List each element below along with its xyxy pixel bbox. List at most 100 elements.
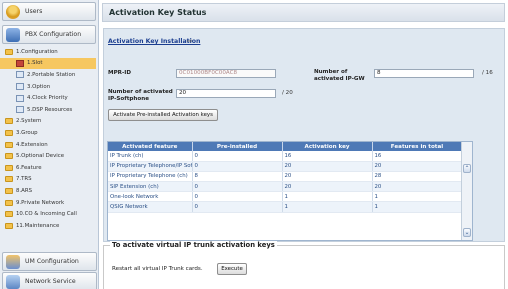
table-cell: 16 xyxy=(282,151,373,162)
tree-item[interactable]: 11.Maintenance xyxy=(0,220,98,232)
table-cell: 1 xyxy=(282,191,373,203)
page-icon xyxy=(16,94,24,102)
scroll-down-icon[interactable]: ⌄ xyxy=(463,228,471,237)
table-cell: 0 xyxy=(192,181,283,193)
tree-item-label: 2.System xyxy=(16,118,42,125)
ip-softphone-max: / 20 xyxy=(282,90,293,96)
mpr-id-field: 0C01000BF0C00AC8 xyxy=(176,69,276,78)
tree-item-label: 3.Group xyxy=(16,129,38,136)
tree-item[interactable]: 2.Portable Station xyxy=(0,69,98,81)
tree-item[interactable]: 2.System xyxy=(0,116,98,128)
tree-item[interactable]: 1.Slot xyxy=(0,57,96,70)
folder-icon xyxy=(5,141,13,148)
tree-item-label: 2.Portable Station xyxy=(27,71,76,78)
um-icon xyxy=(6,254,20,269)
tree-item[interactable]: 1.Configuration xyxy=(0,46,98,58)
table-cell: QSIG Network xyxy=(108,201,193,213)
ip-softphone-field[interactable]: 20 xyxy=(176,89,276,98)
table-cell: 20 xyxy=(372,161,463,172)
activation-panel: Activation Key Installation ⇨ MPR-ID 0C0… xyxy=(103,28,505,242)
tree-item-label: 3.Option xyxy=(27,83,51,90)
column-header: Pre-installed xyxy=(192,142,283,151)
execute-button[interactable]: Execute xyxy=(217,263,247,275)
table-header-row: Activated feature Pre-installed Activation… xyxy=(108,142,463,151)
table-cell: 8 xyxy=(192,171,283,183)
main-content: Activation Key Status Activation Key Ins… xyxy=(100,0,508,289)
table-body: IP Trunk (ch) 0 16 16 IP Proprietary Telepho… xyxy=(108,151,463,213)
page-icon xyxy=(16,106,24,114)
users-icon xyxy=(6,4,20,19)
column-header: Features in total xyxy=(372,142,463,151)
table-row: IP Trunk (ch) 0 16 16 xyxy=(108,151,463,162)
table-cell: 28 xyxy=(372,171,463,183)
activation-form: MPR-ID 0C01000BF0C00AC8 Number of activa… xyxy=(104,59,506,129)
folder-icon xyxy=(5,48,13,55)
tree-item[interactable]: 10.CO & Incoming Call xyxy=(0,208,98,220)
tree-item[interactable]: 9.Private Network xyxy=(0,197,98,209)
table-row: IP Proprietary Telephone (ch) 8 20 28 xyxy=(108,171,463,183)
nav-users[interactable]: Users xyxy=(2,2,96,21)
table-cell: 20 xyxy=(282,181,373,193)
table-cell: 1 xyxy=(282,201,373,213)
tree-item[interactable]: 7.TRS xyxy=(0,174,98,186)
table-cell: 20 xyxy=(282,161,373,172)
table-row: QSIG Network 0 1 1 xyxy=(108,201,463,213)
folder-icon xyxy=(5,222,13,229)
ip-gw-max: / 16 xyxy=(482,70,493,76)
virtual-ip-trunk-legend: To activate virtual IP trunk activation … xyxy=(110,241,277,249)
arrow-right-icon[interactable]: ⇨ xyxy=(187,37,193,45)
table-cell: One-look Network xyxy=(108,191,193,203)
table-cell: 1 xyxy=(372,191,463,203)
table-cell: IP Trunk (ch) xyxy=(108,151,193,162)
tree-item[interactable]: 5.Optional Device xyxy=(0,150,98,162)
tree-item-label: 7.TRS xyxy=(16,176,32,183)
ip-gw-field[interactable]: 8 xyxy=(374,69,474,78)
nav-um-label: UM Configuration xyxy=(25,258,79,265)
column-header: Activated feature xyxy=(108,142,193,151)
table-cell: IP Proprietary Telephone (ch) xyxy=(108,171,193,183)
tree-item[interactable]: 4.Extension xyxy=(0,139,98,151)
tree-item[interactable]: 5.DSP Resources xyxy=(0,104,98,116)
activation-table: Activated feature Pre-installed Activation… xyxy=(107,141,473,241)
tree-item[interactable]: 4.Clock Priority xyxy=(0,92,98,104)
folder-icon xyxy=(5,129,13,136)
ip-softphone-label: Number of activated IP-Softphone xyxy=(108,89,173,102)
page-icon xyxy=(16,59,24,67)
table-scrollbar[interactable]: ⌃ ⌄ xyxy=(461,142,472,240)
table-cell: 1 xyxy=(372,201,463,213)
table-cell: 0 xyxy=(192,151,283,162)
activate-preinstalled-button[interactable]: Activate Pre-installed Activation keys xyxy=(108,109,218,121)
tree-item[interactable]: 8.ARS xyxy=(0,185,98,197)
tree-item-label: 8.ARS xyxy=(16,187,32,194)
virtual-ip-trunk-section: To activate virtual IP trunk activation … xyxy=(103,241,505,289)
table-row: One-look Network 0 1 1 xyxy=(108,191,463,203)
page-icon xyxy=(16,83,24,91)
table-row: IP Proprietary Telephone/IP Softp 0 20 20 xyxy=(108,161,463,172)
nav-pbx-configuration[interactable]: PBX Configuration xyxy=(2,25,96,44)
nav-network-service[interactable]: Network Service xyxy=(2,272,97,289)
table-cell: 20 xyxy=(372,181,463,193)
table-cell: 16 xyxy=(372,151,463,162)
tree-item-label: 10.CO & Incoming Call xyxy=(16,211,77,218)
tree-item-label: 11.Maintenance xyxy=(16,222,60,229)
page-title: Activation Key Status xyxy=(102,3,505,22)
folder-icon xyxy=(5,199,13,206)
table-cell: 0 xyxy=(192,201,283,213)
tree-item-label: 6.Feature xyxy=(16,164,42,171)
restart-text: Restart all virtual IP Trunk cards. xyxy=(112,266,203,272)
table-row: SIP Extension (ch) 0 20 20 xyxy=(108,181,463,193)
tree-item-label: 4.Clock Priority xyxy=(27,95,68,102)
tree-item[interactable]: 6.Feature xyxy=(0,162,98,174)
nav-um-configuration[interactable]: UM Configuration xyxy=(2,252,97,271)
tree-item[interactable]: 3.Group xyxy=(0,127,98,139)
tree-item-label: 1.Configuration xyxy=(16,48,58,55)
nav-pbx-label: PBX Configuration xyxy=(25,31,82,38)
mpr-id-label: MPR-ID xyxy=(108,70,132,76)
tree-item[interactable]: 3.Option xyxy=(0,81,98,93)
folder-icon xyxy=(5,118,13,125)
tree-item-label: 4.Extension xyxy=(16,141,48,148)
table-cell: SIP Extension (ch) xyxy=(108,181,193,193)
scroll-up-icon[interactable]: ⌃ xyxy=(463,164,471,173)
sidebar: Users PBX Configuration 1.Configuration 1… xyxy=(0,0,99,289)
tree-item-label: 1.Slot xyxy=(27,60,43,67)
